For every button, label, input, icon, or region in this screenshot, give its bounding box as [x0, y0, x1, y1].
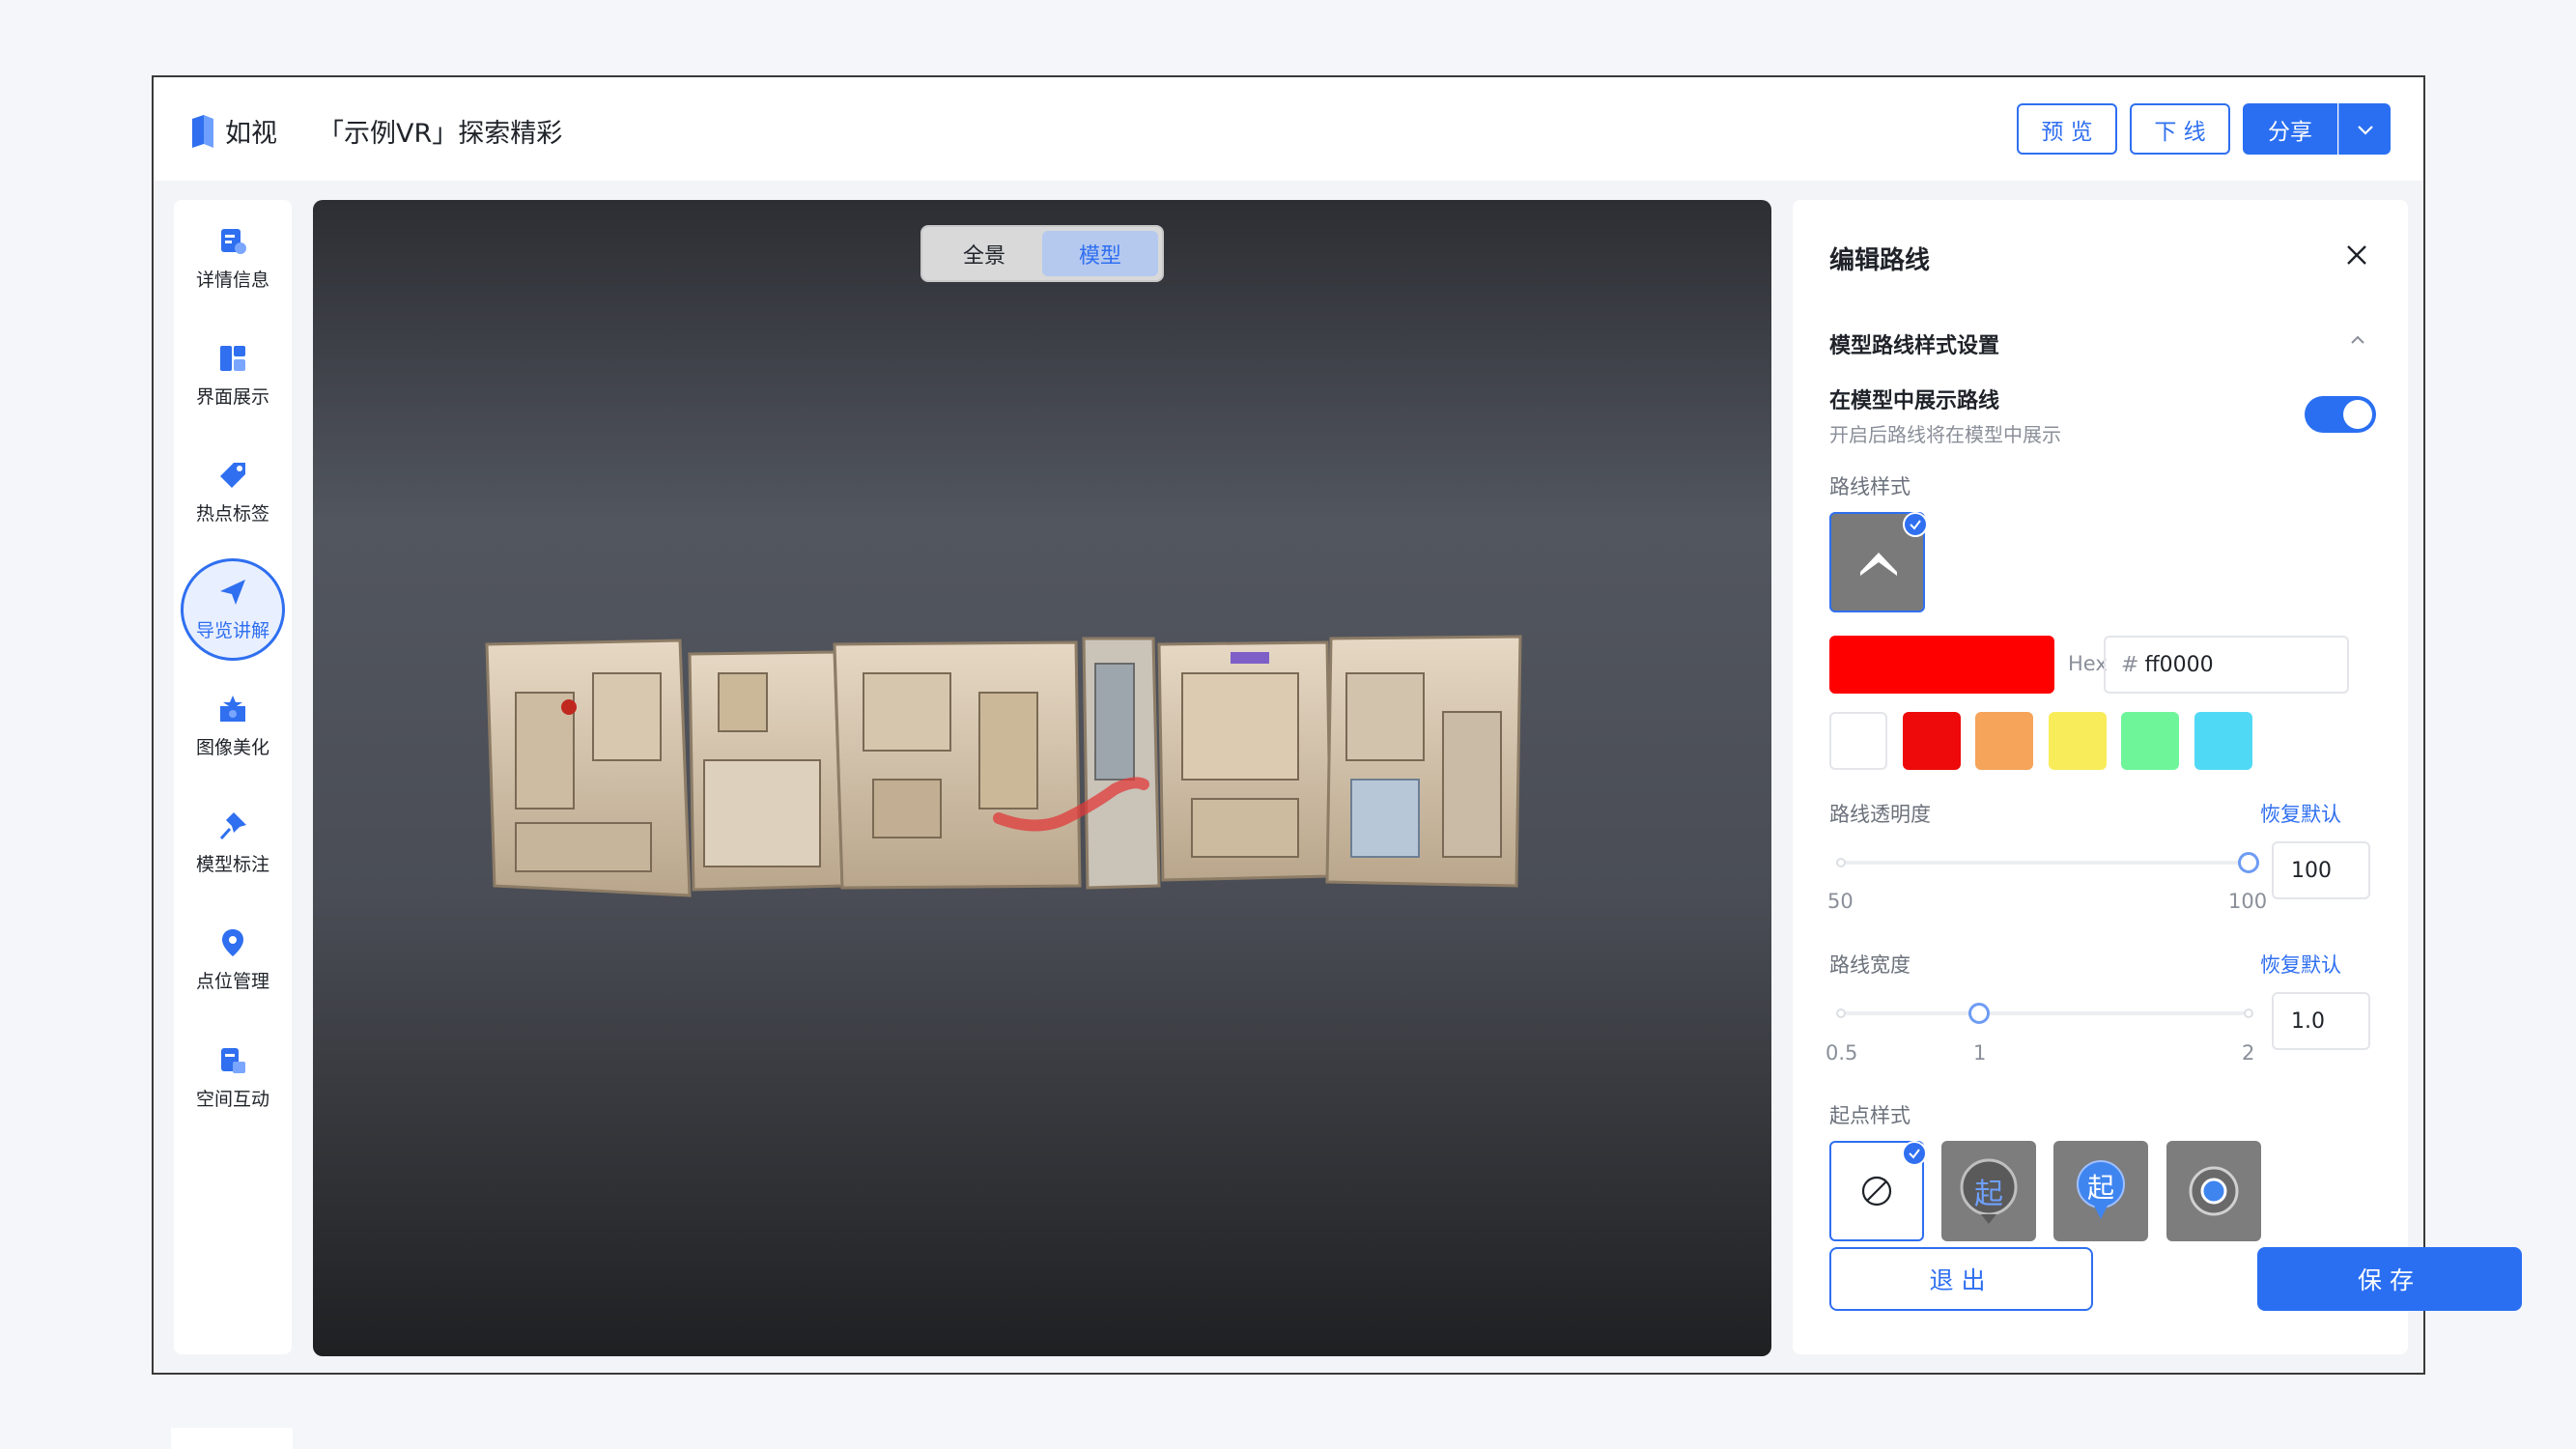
route-style-label: 路线样式	[1829, 475, 1911, 498]
show-route-description: 开启后路线将在模型中展示	[1829, 423, 2061, 446]
location-icon	[222, 928, 243, 956]
width-mid-label: 1	[1973, 1041, 1987, 1065]
sidebar-item-hotspot-tags[interactable]: 热点标签	[174, 443, 292, 540]
width-min-label: 0.5	[1826, 1041, 1858, 1065]
floorplan-3d-model[interactable]	[477, 635, 1607, 934]
toggle-knob	[2343, 400, 2372, 429]
start-style-badge-outline[interactable]: 起	[1941, 1141, 2036, 1241]
chevron-down-icon	[2357, 125, 2373, 135]
current-color-preview[interactable]	[1829, 636, 2054, 694]
hash-symbol: #	[2121, 652, 2139, 677]
hex-value: ff0000	[2144, 652, 2214, 677]
opacity-label: 路线透明度	[1829, 803, 1931, 826]
sidebar-item-label: 模型标注	[195, 853, 269, 875]
exit-button[interactable]: 退出	[1829, 1247, 2093, 1311]
opacity-reset-link[interactable]: 恢复默认	[2260, 799, 2341, 828]
active-indicator	[181, 558, 285, 661]
chevron-up-icon[interactable]	[2348, 333, 2367, 347]
tag-icon	[220, 462, 245, 488]
width-slider-thumb[interactable]	[1968, 1003, 1990, 1024]
top-bar: 如视 「示例VR」探索精彩 预 览 下 线 分享	[154, 77, 2423, 181]
opacity-min-label: 50	[1827, 890, 1854, 913]
sidebar-item-label: 点位管理	[195, 970, 269, 992]
pin-icon	[219, 811, 246, 839]
background-card-edge	[171, 1428, 293, 1449]
preview-button[interactable]: 预 览	[2017, 103, 2117, 155]
opacity-slider-track[interactable]	[1841, 861, 2249, 865]
share-dropdown-button[interactable]	[2338, 103, 2391, 155]
color-swatch-yellow[interactable]	[2049, 712, 2107, 770]
color-swatch-cyan[interactable]	[2194, 712, 2252, 770]
start-style-dot[interactable]	[2166, 1141, 2261, 1241]
details-icon	[221, 228, 246, 254]
navigation-icon	[220, 579, 245, 605]
start-style-label: 起点样式	[1829, 1104, 1911, 1127]
dot-marker-icon	[2189, 1166, 2239, 1216]
start-glyph: 起	[1974, 1178, 2003, 1211]
edit-route-panel: 编辑路线 模型路线样式设置 在模型中展示路线 开启后路线将在模型中展示 路线样式…	[1793, 200, 2522, 1354]
start-glyph: 起	[2086, 1172, 2114, 1204]
selected-check-icon	[1903, 512, 1928, 537]
sidebar-item-layout[interactable]: 界面展示	[174, 327, 292, 423]
sidebar-item-location-management[interactable]: 点位管理	[174, 911, 292, 1008]
opacity-input[interactable]: 100	[2272, 841, 2370, 899]
share-button[interactable]: 分享	[2243, 103, 2337, 155]
show-route-toggle[interactable]	[2305, 396, 2376, 433]
close-icon[interactable]	[2342, 241, 2371, 270]
color-swatch-red[interactable]	[1903, 712, 1961, 770]
tab-panorama[interactable]: 全景	[926, 231, 1042, 276]
tab-model[interactable]: 模型	[1042, 231, 1158, 276]
sidebar-item-space-interaction[interactable]: 空间互动	[174, 1029, 292, 1125]
sidebar-item-label: 热点标签	[195, 502, 269, 525]
width-slider-track[interactable]	[1841, 1011, 2249, 1015]
start-style-none[interactable]	[1829, 1141, 1927, 1241]
view-mode-switch: 全景 模型	[920, 225, 1164, 282]
selected-check-icon	[1902, 1141, 1927, 1166]
sidebar-item-label: 空间互动	[195, 1088, 269, 1110]
width-max-label: 2	[2242, 1041, 2255, 1065]
color-swatch-orange[interactable]	[1975, 712, 2033, 770]
app-window: 如视 「示例VR」探索精彩 预 览 下 线 分享 详情信息 界面展示 热点标签 …	[152, 75, 2522, 1375]
sidebar-item-label: 界面展示	[195, 385, 269, 408]
save-button[interactable]: 保存	[2257, 1247, 2522, 1311]
width-slider-max-dot	[2244, 1009, 2253, 1018]
document-title: 「示例VR」探索精彩	[318, 119, 563, 149]
start-style-blue-pin[interactable]: 起	[2053, 1141, 2148, 1241]
opacity-max-label: 100	[2228, 890, 2268, 913]
width-slider-min-dot	[1836, 1009, 1846, 1018]
interaction-icon	[221, 1047, 245, 1073]
opacity-slider-thumb[interactable]	[2238, 852, 2259, 873]
layout-icon	[220, 345, 245, 371]
sidebar: 详情信息 界面展示 热点标签 导览讲解 图像美化 模型标注 点位管理 空间互动	[174, 200, 292, 1354]
image-beautify-icon	[220, 695, 245, 722]
hex-color-input[interactable]: # ff0000	[2104, 636, 2349, 694]
sidebar-item-image-beautify[interactable]: 图像美化	[174, 677, 292, 774]
panel-title: 编辑路线	[1829, 246, 1931, 275]
chevron-arrow-icon	[1860, 553, 1897, 576]
color-swatch-white[interactable]	[1829, 712, 1887, 770]
width-reset-link[interactable]: 恢复默认	[2260, 950, 2341, 979]
disabled-icon	[1861, 1176, 1892, 1207]
logo-icon	[192, 115, 213, 148]
model-viewer[interactable]: 全景 模型	[313, 200, 1771, 1356]
logo-text: 如视	[225, 119, 277, 149]
sidebar-item-model-annotation[interactable]: 模型标注	[174, 794, 292, 891]
sidebar-item-label: 导览讲解	[195, 619, 269, 641]
opacity-slider-min-dot	[1836, 858, 1846, 867]
width-label: 路线宽度	[1829, 953, 1911, 977]
show-route-title: 在模型中展示路线	[1829, 389, 2000, 413]
color-swatch-green[interactable]	[2121, 712, 2179, 770]
sidebar-item-label: 图像美化	[195, 736, 269, 758]
sidebar-item-label: 详情信息	[195, 269, 269, 291]
sidebar-item-guided-tour[interactable]: 导览讲解	[174, 558, 292, 661]
hex-label: Hex	[2068, 652, 2108, 675]
offline-button[interactable]: 下 线	[2130, 103, 2230, 155]
route-style-option-arrow[interactable]	[1829, 512, 1928, 612]
section-title: 模型路线样式设置	[1829, 334, 2000, 358]
sidebar-item-details[interactable]: 详情信息	[174, 210, 292, 306]
start-pin-icon: 起	[1958, 1156, 2020, 1226]
start-pin-icon: 起	[2074, 1159, 2128, 1223]
width-input[interactable]: 1.0	[2272, 992, 2370, 1050]
